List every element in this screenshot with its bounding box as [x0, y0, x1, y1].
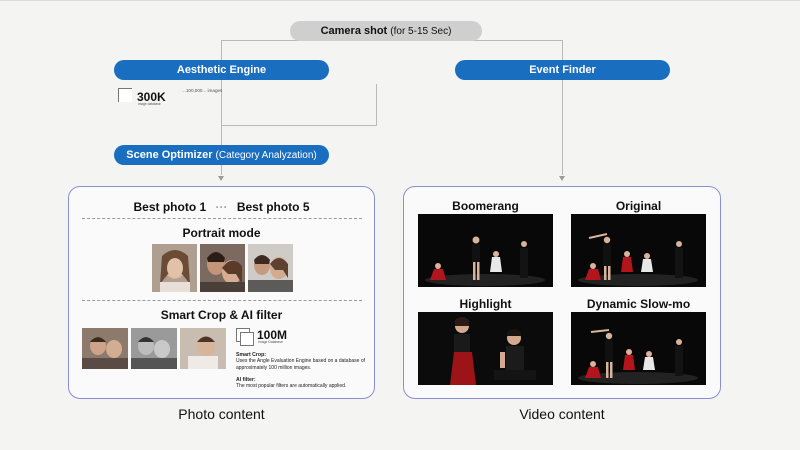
- portrait-mode-title: Portrait mode: [182, 226, 261, 240]
- boomerang-frame: [418, 214, 553, 287]
- connector-right-vertical: [562, 40, 563, 60]
- highlight-frame: [418, 312, 553, 385]
- ai-filter-note: AI filter: The most popular filters are …: [236, 377, 372, 390]
- smart-crop-text: Uses the Angle Evaluation Engine based o…: [236, 358, 365, 371]
- connector-side-vertical: [376, 84, 377, 126]
- aesthetic-engine-label: Aesthetic Engine: [176, 64, 267, 76]
- slowmo-label: Dynamic Slow-mo: [586, 297, 691, 311]
- ai-filter-heading: AI filter:: [236, 377, 256, 383]
- scene-optimizer-detail: (Category Analyzation): [215, 150, 317, 161]
- camera-shot-pill: Camera shot (for 5-15 Sec): [290, 21, 482, 41]
- crop-photo-1: [82, 328, 128, 369]
- aesthetic-stat-caption: image database: [138, 102, 161, 106]
- connector-aesthetic-side: [221, 125, 377, 126]
- highlight-label: Highlight: [459, 297, 512, 311]
- portrait-photo-3: [248, 244, 293, 292]
- camera-shot-title: Camera shot: [320, 25, 388, 37]
- video-content-caption: Video content: [519, 406, 605, 422]
- ellipsis-dots: ···: [215, 200, 228, 214]
- aesthetic-description: ...100,000... images: [182, 88, 223, 93]
- arrow-down-icon: [218, 176, 224, 181]
- diagram-canvas: Camera shot (for 5-15 Sec) Aesthetic Eng…: [0, 0, 800, 450]
- image-database-icon: [236, 328, 256, 348]
- slowmo-frame: [571, 312, 706, 385]
- connector-left-vertical: [221, 40, 222, 60]
- smart-crop-note: Smart Crop: Uses the Angle Evaluation En…: [236, 352, 372, 371]
- smart-crop-heading: Smart Crop:: [236, 352, 266, 358]
- original-frame: [571, 214, 706, 287]
- scene-optimizer-pill: Scene Optimizer (Category Analyzation): [114, 145, 329, 165]
- boomerang-label: Boomerang: [452, 199, 519, 213]
- crop-stat-caption: Image Database: [258, 340, 283, 344]
- portrait-photo-1: [152, 244, 197, 292]
- event-finder-pill: Event Finder: [455, 60, 670, 80]
- top-divider: [0, 0, 800, 1]
- original-label: Original: [615, 199, 662, 213]
- crop-photo-2: [131, 328, 177, 369]
- camera-shot-detail: (for 5-15 Sec): [390, 26, 452, 37]
- aesthetic-engine-pill: Aesthetic Engine: [114, 60, 329, 80]
- divider-dotted: [82, 300, 362, 301]
- divider-dotted: [82, 218, 362, 219]
- connector-scene-photo: [221, 165, 222, 175]
- portrait-photo-2: [200, 244, 245, 292]
- ai-filter-text: The most popular filters are automatical…: [236, 383, 347, 390]
- arrow-down-icon: [559, 176, 565, 181]
- scene-optimizer-label: Scene Optimizer: [126, 149, 213, 161]
- crop-photo-3: [180, 328, 226, 369]
- best-photo-last: Best photo 5: [236, 200, 310, 214]
- best-photo-row: Best photo 1 ··· Best photo 5: [70, 200, 373, 214]
- event-finder-label: Event Finder: [529, 64, 596, 76]
- photo-content-caption: Photo content: [178, 406, 265, 422]
- best-photo-first: Best photo 1: [133, 200, 207, 214]
- connector-right-down: [562, 80, 563, 175]
- smart-crop-title: Smart Crop & AI filter: [160, 308, 283, 322]
- database-stack-icon: [118, 88, 134, 104]
